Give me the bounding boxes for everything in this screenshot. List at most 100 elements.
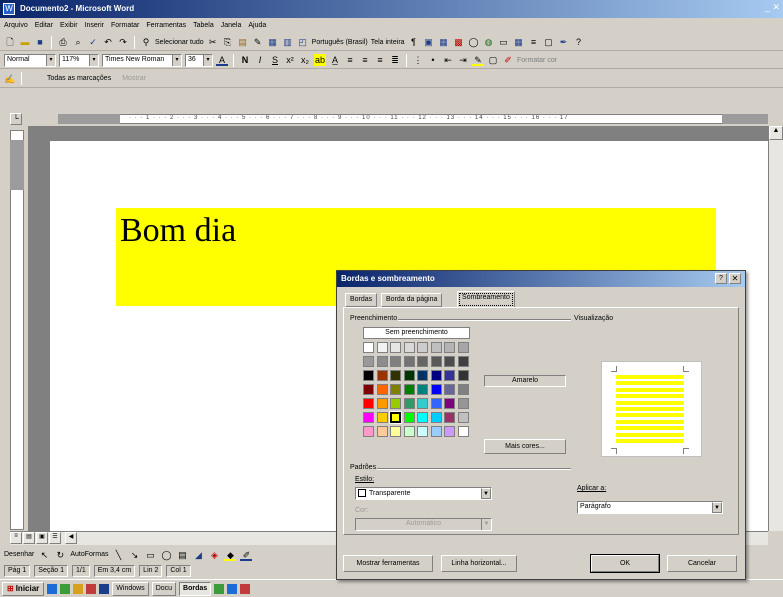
textbox-icon[interactable]: ▤ — [176, 549, 188, 561]
circle-icon[interactable]: ◯ — [468, 36, 480, 48]
color-swatch[interactable] — [444, 384, 455, 395]
globe-icon[interactable]: ◍ — [483, 36, 495, 48]
window-controls[interactable]: _ ✕ — [758, 2, 780, 15]
pattern-color-select[interactable]: Automático ▼ — [355, 518, 492, 531]
pen-icon[interactable]: ✒ — [558, 36, 570, 48]
spelling-icon[interactable]: ✓ — [87, 36, 99, 48]
color-swatch[interactable] — [376, 426, 388, 437]
quicklaunch-ie-icon[interactable] — [47, 583, 58, 594]
color-swatch[interactable] — [403, 398, 415, 409]
quicklaunch-outlook-icon[interactable] — [73, 583, 84, 594]
quicklaunch-desktop-icon[interactable] — [60, 583, 71, 594]
dropdown-arrow-icon[interactable]: ▼ — [481, 488, 491, 499]
color-swatch[interactable] — [390, 342, 401, 353]
line-icon[interactable]: ╲ — [112, 549, 124, 561]
menu-ferramentas[interactable]: Ferramentas — [146, 22, 186, 29]
format-color-button[interactable]: Formatar cor — [517, 57, 557, 64]
select-all-button[interactable]: Selecionar tudo — [155, 39, 204, 46]
superscript-icon[interactable]: x² — [284, 54, 296, 66]
tab-sombreamento[interactable]: Sombreamento — [457, 291, 515, 308]
menu-janela[interactable]: Janela — [221, 22, 242, 29]
horizontal-ruler[interactable]: · · · 1 · · · 2 · · · 3 · · · 4 · · · 5 … — [58, 114, 768, 124]
font-size-select[interactable]: 36 ▾ — [185, 53, 213, 67]
drawing-icon[interactable]: ◰ — [297, 36, 309, 48]
numbering-icon[interactable]: ⋮ — [412, 54, 424, 66]
color-swatch[interactable] — [457, 412, 469, 423]
color-swatch[interactable] — [390, 384, 401, 395]
clipart-icon[interactable]: ◈ — [208, 549, 220, 561]
paste-icon[interactable]: ▤ — [237, 36, 249, 48]
border-icon[interactable]: ▢ — [487, 54, 499, 66]
binoculars-icon[interactable]: ⚲ — [140, 36, 152, 48]
color-swatch[interactable] — [390, 426, 401, 437]
highlight-icon[interactable]: ab — [314, 54, 326, 66]
color-swatch[interactable] — [403, 342, 415, 353]
vertical-scrollbar[interactable]: ▲ — [768, 126, 783, 531]
color-swatch[interactable] — [417, 370, 428, 381]
color-swatch[interactable] — [457, 398, 469, 409]
tray-network-icon[interactable] — [214, 583, 225, 594]
frame-icon[interactable]: ▭ — [498, 36, 510, 48]
dialog-help-button[interactable]: ? — [715, 273, 727, 284]
select-objects-icon[interactable]: ↖ — [38, 549, 50, 561]
color-swatch[interactable] — [363, 342, 374, 353]
full-screen-button[interactable]: Tela inteira — [371, 39, 405, 46]
rotate-icon[interactable]: ↻ — [54, 549, 66, 561]
color-swatch[interactable] — [417, 412, 428, 423]
color-swatch[interactable] — [457, 370, 469, 381]
color-swatch[interactable] — [363, 370, 374, 381]
show-hide-paragraph-icon[interactable]: ¶ — [408, 36, 420, 48]
color-swatch[interactable] — [430, 356, 442, 367]
menu-inserir[interactable]: Inserir — [85, 22, 104, 29]
show-menu[interactable]: Mostrar — [114, 75, 146, 82]
format-painter-icon[interactable]: ✎ — [252, 36, 264, 48]
color-swatch[interactable] — [444, 398, 455, 409]
help-icon[interactable]: ? — [573, 36, 585, 48]
color-swatch[interactable] — [376, 356, 388, 367]
color-swatch[interactable] — [417, 398, 428, 409]
increase-indent-icon[interactable]: ⇥ — [457, 54, 469, 66]
color-swatch[interactable] — [403, 370, 415, 381]
bullets-icon[interactable]: • — [427, 54, 439, 66]
color-swatch[interactable] — [363, 426, 374, 437]
color-swatch[interactable] — [430, 370, 442, 381]
color-swatch[interactable] — [376, 370, 388, 381]
language-button[interactable]: Português (Brasil) — [312, 39, 368, 46]
color-swatch[interactable] — [363, 398, 374, 409]
color-swatch[interactable] — [457, 426, 469, 437]
highlight-color-icon[interactable]: ✎ — [472, 54, 484, 66]
open-folder-icon[interactable]: ▬ — [19, 36, 31, 48]
no-fill-button[interactable]: Sem preenchimento — [363, 327, 470, 339]
columns-icon[interactable]: ▥ — [282, 36, 294, 48]
style-select[interactable]: Normal ▾ — [4, 53, 56, 67]
document-text[interactable]: Bom dia — [120, 212, 236, 250]
dialog-close-button[interactable]: ✕ — [729, 273, 741, 284]
cancel-button[interactable]: Cancelar — [667, 555, 737, 572]
outline-view-icon[interactable]: ☰ — [49, 532, 61, 544]
color-swatch[interactable] — [390, 356, 401, 367]
show-toolbar-button[interactable]: Mostrar ferramentas — [343, 555, 433, 572]
start-button[interactable]: ⊞ Iniciar — [2, 581, 45, 596]
web-view-icon[interactable]: ▤ — [23, 532, 35, 544]
menu-arquivo[interactable]: Arquivo — [4, 22, 28, 29]
autoshapes-menu[interactable]: AutoFormas — [70, 551, 108, 558]
task-windows[interactable]: Windows — [112, 581, 149, 596]
tray-antivirus-icon[interactable] — [240, 583, 251, 594]
arrow-icon[interactable]: ↘ — [128, 549, 140, 561]
fill-color-icon[interactable]: ◆ — [224, 549, 237, 561]
oval-icon[interactable]: ◯ — [160, 549, 172, 561]
font-select[interactable]: Times New Roman ▾ — [102, 53, 182, 67]
pencil-color-icon[interactable]: ✐ — [502, 54, 514, 66]
color-swatch[interactable] — [376, 384, 388, 395]
task-document[interactable]: Docu — [151, 581, 177, 596]
word-app-icon[interactable]: W — [3, 3, 15, 15]
tab-borda-da-pagina[interactable]: Borda da página — [381, 293, 443, 307]
color-swatch[interactable] — [444, 412, 455, 423]
vertical-ruler[interactable] — [10, 130, 24, 530]
color-swatch[interactable] — [417, 342, 428, 353]
align-center-icon[interactable]: ≡ — [359, 54, 371, 66]
color-swatch[interactable] — [444, 426, 455, 437]
print-preview-icon[interactable]: ⌕ — [72, 36, 84, 48]
color-swatch[interactable] — [417, 384, 428, 395]
new-document-icon[interactable]: 🗋 — [4, 36, 16, 48]
